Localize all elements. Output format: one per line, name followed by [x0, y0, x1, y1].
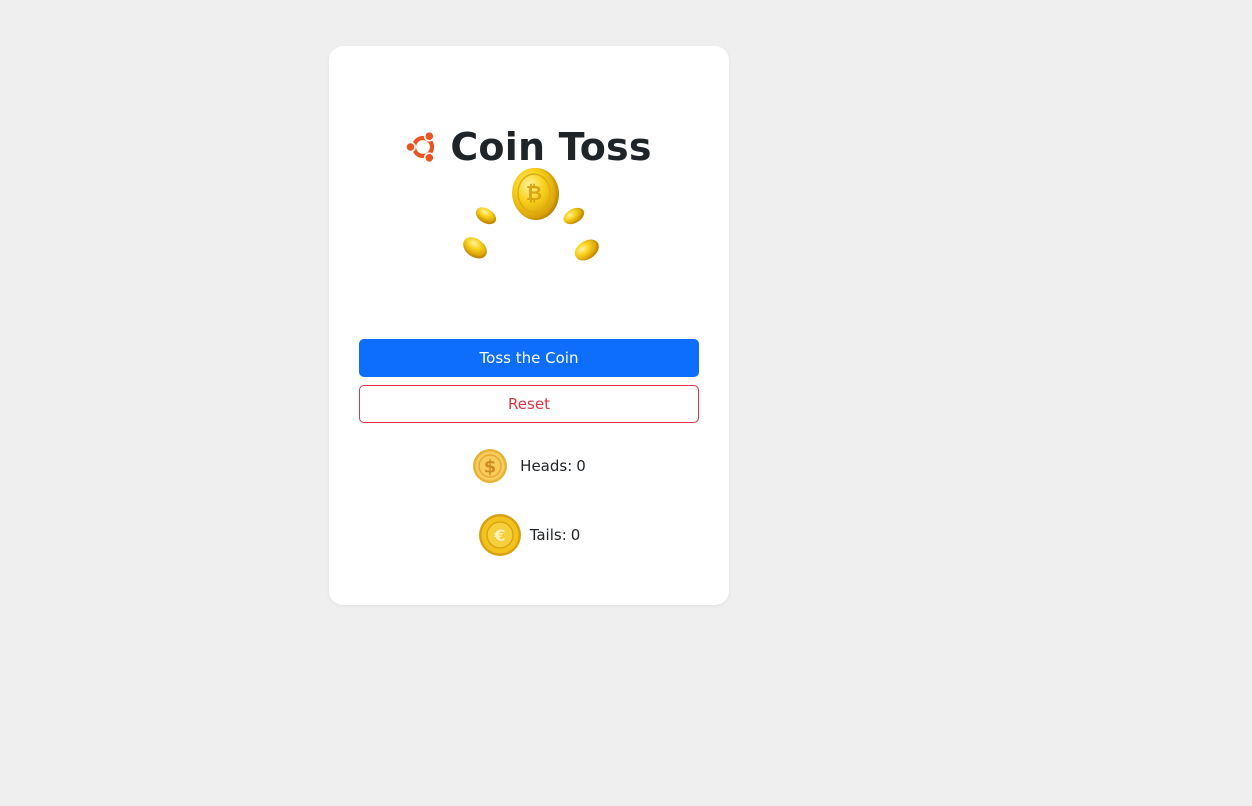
dollar-coin-icon: $ — [472, 448, 508, 484]
flying-coins-icon: ₿ — [460, 164, 602, 264]
coin-toss-card: Coin Toss ₿ Toss the Coin Reset $ Heads:… — [329, 46, 729, 605]
svg-text:$: $ — [484, 457, 497, 478]
tails-count: 0 — [570, 526, 581, 544]
toss-coin-button[interactable]: Toss the Coin — [359, 339, 699, 377]
heads-label: Heads: — [520, 457, 573, 475]
ubuntu-logo-icon — [405, 130, 440, 164]
euro-coin-icon: € — [478, 513, 522, 557]
heads-count: 0 — [576, 457, 586, 475]
tails-counter: € Tails: 0 — [329, 512, 729, 558]
reset-button[interactable]: Reset — [359, 385, 699, 423]
tails-label: Tails: — [529, 526, 567, 544]
svg-text:€: € — [493, 526, 505, 545]
svg-text:₿: ₿ — [526, 181, 542, 205]
heads-counter: $ Heads: 0 — [329, 446, 729, 486]
